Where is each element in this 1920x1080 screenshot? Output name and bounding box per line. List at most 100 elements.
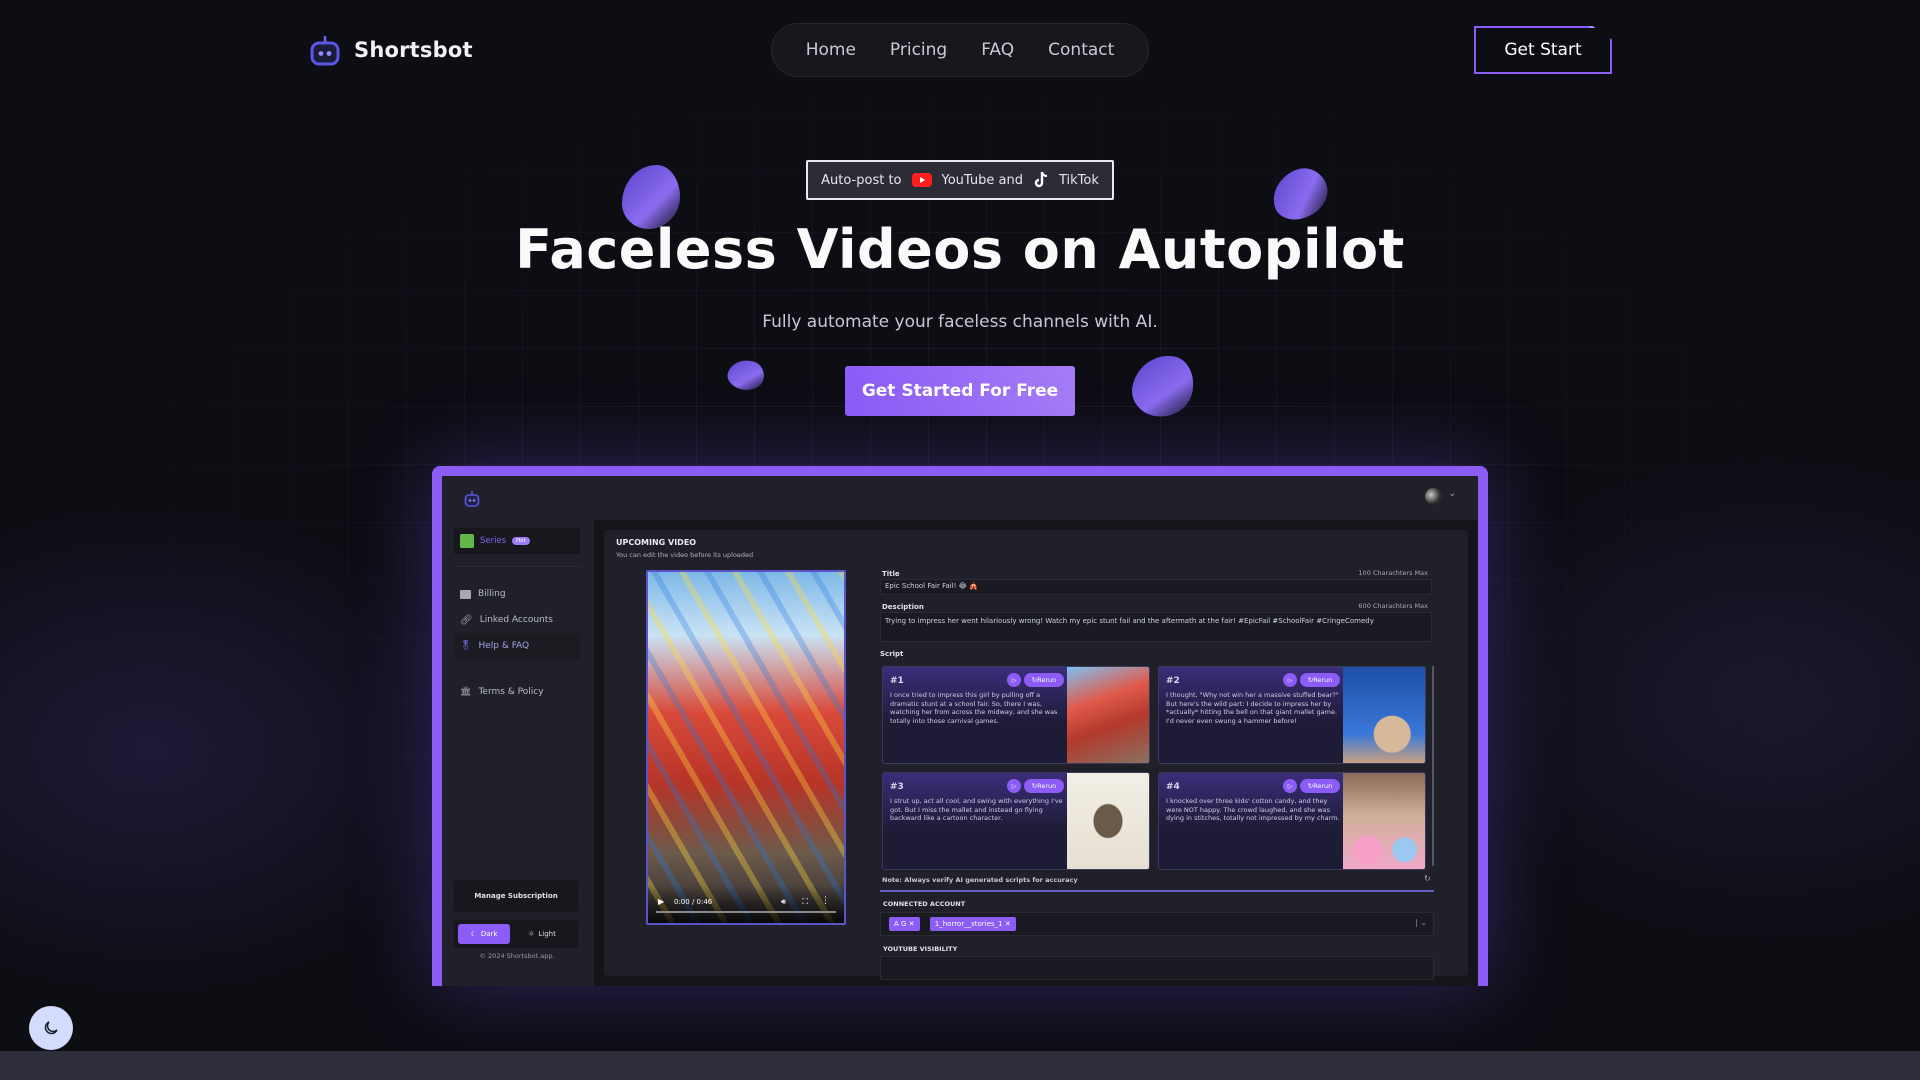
series-icon [460, 534, 474, 548]
scene-image [1343, 667, 1425, 763]
brand-name: Shortsbot [354, 38, 473, 62]
scene-image [1343, 773, 1425, 869]
fullscreen-icon[interactable]: ⛶ [802, 897, 808, 907]
app-preview-frame: ⌄ Series Hot Billing 🔗︎ Linked Accounts … [432, 466, 1488, 986]
hero-title: Faceless Videos on Autopilot [515, 218, 1405, 281]
youtube-visibility-select[interactable] [880, 956, 1434, 980]
nav-faq[interactable]: FAQ [981, 40, 1014, 60]
sidebar-item-series[interactable]: Series Hot [454, 528, 580, 554]
app-topbar: ⌄ [442, 476, 1478, 520]
badge-tiktok: TikTok [1058, 172, 1099, 188]
script-number: #4 [1166, 782, 1180, 792]
sidebar-label: Linked Accounts [479, 615, 553, 625]
footer-bar [0, 1051, 1920, 1080]
app-sidebar: Series Hot Billing 🔗︎ Linked Accounts 🎖︎… [442, 520, 592, 986]
scene-image [1067, 667, 1149, 763]
scene-image [1067, 773, 1149, 869]
badge-prefix: Auto-post to [821, 172, 902, 188]
tiktok-icon [1034, 171, 1048, 188]
volume-icon[interactable]: 🔊︎ [781, 897, 786, 907]
upcoming-heading: UPCOMING VIDEO [616, 538, 697, 547]
rerun-button[interactable]: ↻ Rerun [1024, 779, 1064, 793]
account-name: A G [894, 920, 907, 928]
connected-account-label: CONNECTED ACCOUNT [883, 900, 966, 908]
link-icon: 🔗︎ [460, 614, 473, 626]
script-text: I thought, "Why not win her a massive st… [1166, 691, 1339, 725]
manage-subscription-button[interactable]: Manage Subscription [454, 880, 578, 912]
connected-account-select[interactable]: A G ✕ 1_horror__stories_1 ✕ | ⌄ [880, 912, 1434, 936]
script-text: I knocked over three kids' cotton candy,… [1166, 797, 1340, 822]
theme-toggle-button[interactable] [29, 1006, 73, 1050]
rerun-label: Rerun [1313, 676, 1333, 684]
play-icon[interactable]: ▶ [658, 897, 664, 906]
script-card: #2 ▷ ↻ Rerun I thought, "Why not win her… [1158, 666, 1426, 764]
description-limit: 600 Charachters Max [1358, 602, 1428, 610]
user-avatar[interactable] [1425, 488, 1442, 505]
hero-subtitle: Fully automate your faceless channels wi… [762, 312, 1158, 332]
account-chip[interactable]: 1_horror__stories_1 ✕ [929, 917, 1016, 931]
theme-switcher: ☾ Dark ☼ Light [454, 920, 578, 948]
sidebar-item-linked-accounts[interactable]: 🔗︎ Linked Accounts [442, 607, 592, 633]
description-textarea[interactable]: Trying to impress her went hilariously w… [880, 612, 1432, 642]
more-options-icon[interactable]: ⋮ [821, 896, 830, 906]
dark-mode-button[interactable]: ☾ Dark [458, 924, 510, 944]
script-number: #2 [1166, 676, 1180, 686]
app-main: UPCOMING VIDEO You can edit the video be… [594, 520, 1478, 986]
nav-pricing[interactable]: Pricing [890, 40, 947, 60]
rerun-label: Rerun [1313, 782, 1333, 790]
sidebar-label: Help & FAQ [478, 641, 530, 651]
play-script-button[interactable]: ▷ [1283, 673, 1297, 687]
description-label: Desciption [882, 603, 924, 611]
rerun-button[interactable]: ↻ Rerun [1024, 673, 1064, 687]
chevron-down-icon[interactable]: ⌄ [1448, 489, 1456, 499]
play-script-button[interactable]: ▷ [1007, 779, 1021, 793]
chevron-down-icon[interactable]: | ⌄ [1415, 918, 1427, 927]
moon-icon [44, 1021, 58, 1035]
nav-contact[interactable]: Contact [1048, 40, 1114, 60]
app-preview: ⌄ Series Hot Billing 🔗︎ Linked Accounts … [442, 476, 1478, 986]
title-input[interactable]: Epic School Fair Fail! 😂 🎪 [880, 579, 1432, 595]
rerun-label: Rerun [1037, 676, 1057, 684]
rerun-label: Rerun [1037, 782, 1057, 790]
background-glow [0, 500, 500, 1000]
sidebar-divider [454, 566, 580, 567]
video-progress-bar[interactable] [656, 911, 836, 913]
play-script-button[interactable]: ▷ [1007, 673, 1021, 687]
copyright: © 2024 Shortsbot.app. [479, 952, 555, 960]
video-time: 0:00 / 0:46 [674, 898, 713, 906]
refresh-icon[interactable]: ↻ [1424, 874, 1431, 883]
sidebar-item-billing[interactable]: Billing [442, 581, 592, 607]
rerun-button[interactable]: ↻ Rerun [1300, 779, 1340, 793]
series-label: Series [480, 536, 507, 546]
video-controls: ▶ 0:00 / 0:46 🔊︎ ⛶ ⋮ [648, 885, 844, 923]
script-number: #1 [890, 676, 904, 686]
sidebar-item-terms[interactable]: 🏛︎ Terms & Policy [442, 679, 592, 705]
badge-youtube: YouTube and [941, 172, 1023, 188]
play-script-button[interactable]: ▷ [1283, 779, 1297, 793]
brand-logo[interactable]: Shortsbot [310, 34, 473, 66]
robot-logo-icon [310, 36, 340, 66]
upcoming-subtitle: You can edit the video before its upload… [616, 551, 754, 559]
youtube-visibility-label: YOUTUBE VISIBILITY [883, 945, 958, 953]
account-name: 1_horror__stories_1 [934, 920, 1003, 928]
script-text: I strut up, act all cool, and swing with… [890, 797, 1063, 822]
main-nav: Home Pricing FAQ Contact [771, 23, 1149, 77]
manage-subscription-label: Manage Subscription [474, 892, 558, 900]
sidebar-label: Billing [478, 589, 506, 599]
rerun-button[interactable]: ↻ Rerun [1300, 673, 1340, 687]
light-label: Light [538, 930, 556, 938]
script-text: I once tried to impress this girl by pul… [890, 691, 1058, 725]
script-number: #3 [890, 782, 904, 792]
youtube-icon [911, 173, 932, 187]
script-scrollbar[interactable] [1432, 666, 1434, 866]
light-mode-button[interactable]: ☼ Light [516, 924, 568, 944]
get-started-free-button[interactable]: Get Started For Free [845, 366, 1075, 416]
sidebar-item-help-faq[interactable]: 🎖︎ Help & FAQ [454, 633, 580, 659]
nav-home[interactable]: Home [806, 40, 856, 60]
account-chip[interactable]: A G ✕ [889, 917, 920, 931]
get-start-button[interactable]: Get Start [1474, 26, 1612, 74]
video-player[interactable]: ▶ 0:00 / 0:46 🔊︎ ⛶ ⋮ [646, 570, 846, 925]
award-icon: 🎖︎ [460, 641, 472, 651]
dark-label: Dark [480, 930, 498, 938]
script-card: #4 ▷ ↻ Rerun I knocked over three kids' … [1158, 772, 1426, 870]
